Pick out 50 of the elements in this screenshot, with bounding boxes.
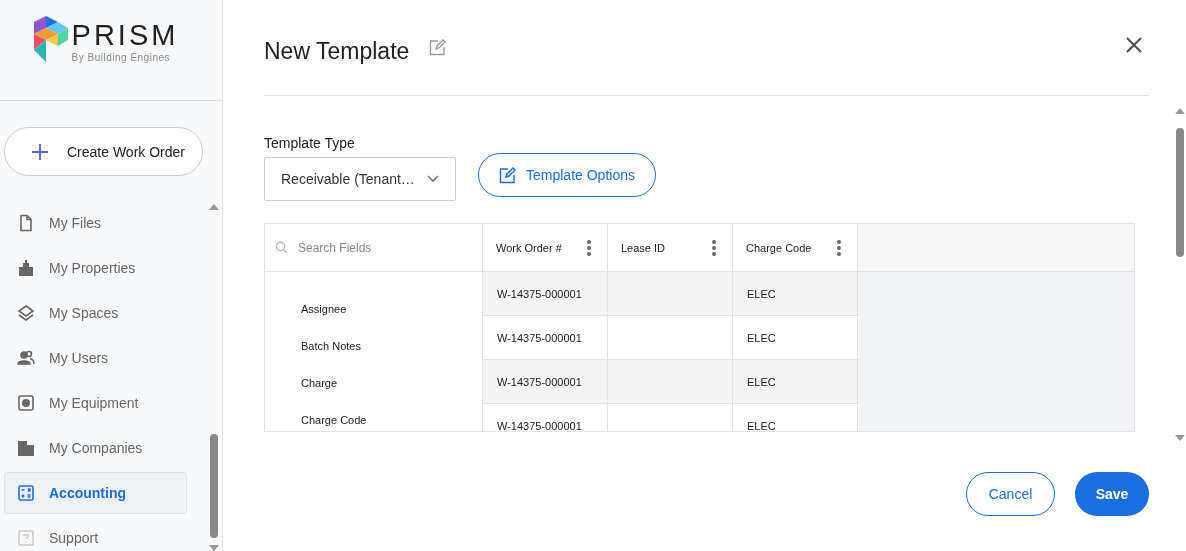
chevron-down-icon bbox=[427, 175, 439, 183]
more-vertical-icon[interactable] bbox=[712, 239, 716, 256]
create-work-order-button[interactable]: Create Work Order bbox=[4, 127, 203, 176]
save-button[interactable]: Save bbox=[1075, 472, 1149, 516]
logo-icon bbox=[33, 16, 68, 62]
building-icon bbox=[17, 439, 35, 457]
template-type-label: Template Type bbox=[264, 135, 356, 151]
sidebar-item[interactable]: Accounting bbox=[4, 472, 187, 514]
table-cell: ELEC bbox=[747, 419, 776, 431]
search-field[interactable]: Search Fields bbox=[296, 239, 460, 256]
table-cell: W-14375-000001 bbox=[497, 287, 582, 300]
sidebar-item[interactable]: My Files bbox=[4, 202, 187, 244]
template-options-button[interactable]: Template Options bbox=[478, 153, 656, 197]
logo-tagline: By Building Engines bbox=[71, 52, 172, 63]
calculator-icon bbox=[17, 484, 35, 502]
sidebar-item[interactable]: My Companies bbox=[4, 427, 187, 469]
more-vertical-icon[interactable] bbox=[587, 239, 591, 256]
help-icon bbox=[17, 529, 35, 547]
table-cell: ELEC bbox=[747, 331, 776, 344]
sidebar-item[interactable]: My Spaces bbox=[4, 292, 187, 334]
users-icon bbox=[17, 349, 35, 367]
buildings-icon bbox=[17, 259, 35, 277]
sidebar-item[interactable]: My Users bbox=[4, 337, 187, 379]
file-icon bbox=[17, 214, 35, 232]
logo-name: PRISM bbox=[71, 18, 179, 52]
table-cell: ELEC bbox=[747, 287, 776, 300]
edit-icon bbox=[499, 166, 516, 184]
table-cell: W-14375-000001 bbox=[497, 375, 582, 388]
layers-icon bbox=[17, 304, 35, 322]
edit-icon[interactable] bbox=[429, 39, 447, 56]
dialog-title: New Template bbox=[264, 38, 410, 65]
column-header: Charge Code bbox=[746, 241, 812, 254]
field-list-item[interactable]: Charge Code bbox=[301, 413, 482, 428]
table-cell: W-14375-000001 bbox=[497, 419, 582, 431]
cancel-button[interactable]: Cancel bbox=[966, 472, 1055, 516]
sidebar-item[interactable]: My Properties bbox=[4, 247, 187, 289]
field-list-item[interactable]: Assignee bbox=[301, 302, 482, 317]
template-type-dropdown[interactable]: Receivable (Tenant… bbox=[264, 157, 456, 201]
field-list-item[interactable]: Batch Notes bbox=[301, 339, 482, 354]
table-cell: W-14375-000001 bbox=[497, 331, 582, 344]
sidebar-item[interactable]: My Equipment bbox=[4, 382, 187, 424]
plus-icon bbox=[31, 142, 49, 161]
field-list-item[interactable]: Charge bbox=[301, 376, 482, 391]
close-icon[interactable] bbox=[1125, 36, 1143, 54]
column-header: Lease ID bbox=[621, 241, 666, 254]
column-header: Work Order # bbox=[496, 241, 562, 254]
table-cell: ELEC bbox=[747, 375, 776, 388]
more-vertical-icon[interactable] bbox=[837, 239, 841, 256]
equipment-icon bbox=[17, 394, 35, 412]
search-icon bbox=[275, 241, 288, 254]
